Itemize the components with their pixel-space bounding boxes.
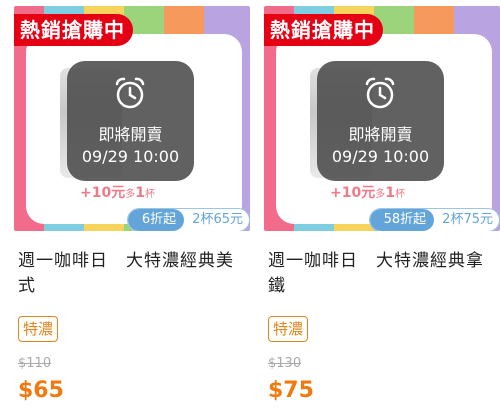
- bundle-tag: 2杯65元: [192, 212, 243, 227]
- discount-tag: 6折起: [127, 209, 185, 231]
- promo-text: +10元多1杯: [80, 182, 200, 202]
- bundle-tag: 2杯75元: [442, 212, 493, 227]
- product-label-tag: 特濃: [18, 316, 59, 342]
- promo-text: +10元多1杯: [330, 182, 450, 202]
- coming-soon-overlay: 即將開賣 09/29 10:00: [317, 61, 444, 181]
- sale-price: $65: [18, 378, 64, 403]
- price-tags: 6折起 2杯65元: [126, 208, 250, 231]
- promo-num: 1: [135, 185, 145, 201]
- alarm-clock-icon: [115, 77, 145, 109]
- promo-unit: 杯: [394, 189, 405, 200]
- product-image[interactable]: 熱銷搶購中 即將開賣 09/29 10:00 +10元多1杯 58折起 2杯75…: [264, 6, 500, 231]
- coming-soon-label: 即將開賣: [348, 125, 413, 144]
- product-card[interactable]: 熱銷搶購中 即將開賣 09/29 10:00 +10元多1杯 58折起 2杯75…: [264, 0, 500, 409]
- alarm-clock-icon: [365, 77, 395, 109]
- product-title[interactable]: 週一咖啡日 大特濃經典美式: [18, 249, 250, 299]
- promo-main: +10元: [80, 185, 126, 201]
- promo-mid: 多: [375, 189, 386, 200]
- product-title[interactable]: 週一咖啡日 大特濃經典拿鐵: [268, 249, 500, 299]
- original-price: $130: [268, 356, 302, 371]
- promo-mid: 多: [125, 189, 136, 200]
- hot-sale-badge: 熱銷搶購中: [14, 14, 133, 46]
- hot-sale-badge: 熱銷搶購中: [264, 14, 383, 46]
- promo-unit: 杯: [144, 189, 155, 200]
- product-label-tag: 特濃: [268, 316, 309, 342]
- sale-price: $75: [268, 378, 314, 403]
- discount-tag: 58折起: [369, 209, 435, 231]
- product-card[interactable]: 熱銷搶購中 即將開賣 09/29 10:00 +10元多1杯 6折起 2杯65元…: [14, 0, 250, 409]
- promo-num: 1: [385, 185, 395, 201]
- release-time: 09/29 10:00: [331, 147, 430, 166]
- original-price: $110: [18, 356, 52, 371]
- price-tags: 58折起 2杯75元: [368, 208, 500, 231]
- coming-soon-label: 即將開賣: [98, 125, 163, 144]
- product-image[interactable]: 熱銷搶購中 即將開賣 09/29 10:00 +10元多1杯 6折起 2杯65元: [14, 6, 250, 231]
- promo-main: +10元: [330, 185, 376, 201]
- release-time: 09/29 10:00: [81, 147, 180, 166]
- coming-soon-overlay: 即將開賣 09/29 10:00: [67, 61, 194, 181]
